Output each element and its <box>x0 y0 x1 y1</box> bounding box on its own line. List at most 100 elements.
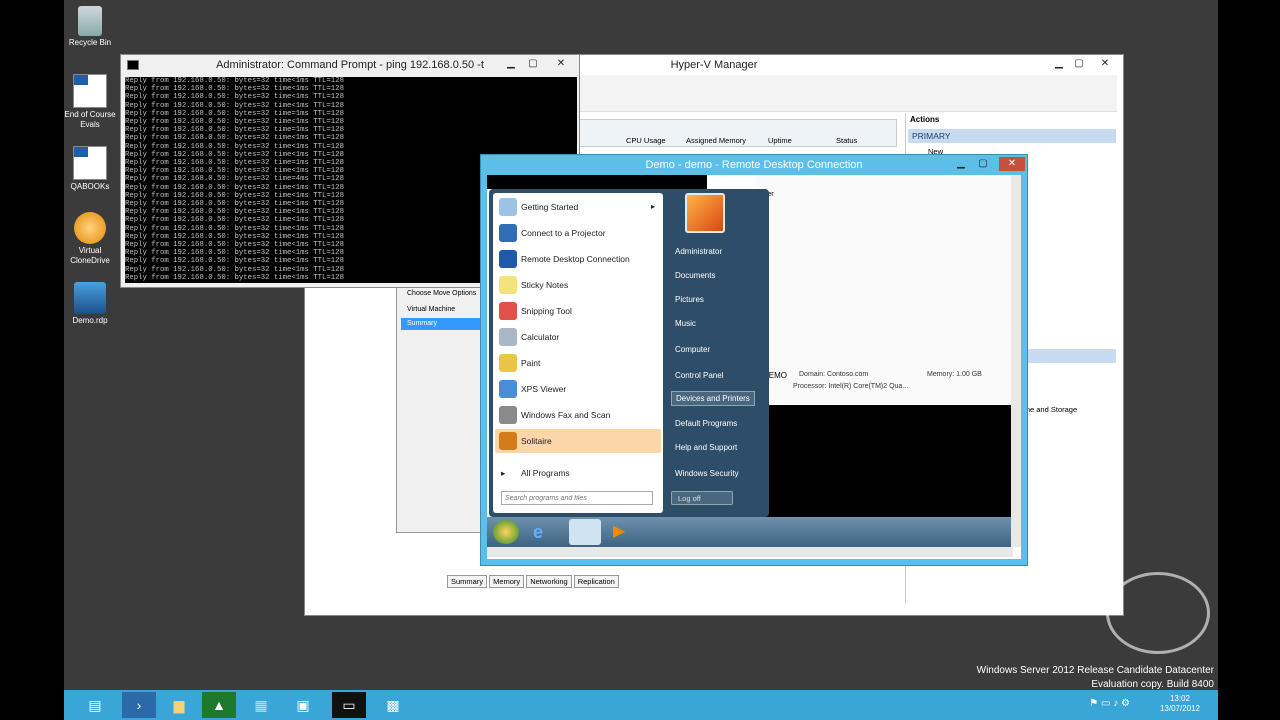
column-uptime[interactable]: Uptime <box>768 136 792 145</box>
start-link-help-support[interactable]: Help and Support <box>675 443 737 452</box>
item-label: Solitaire <box>521 436 552 446</box>
close-button[interactable]: ✕ <box>551 57 571 71</box>
column-status[interactable]: Status <box>836 136 857 145</box>
watermark-edition: Windows Server 2012 Release Candidate Da… <box>976 665 1214 676</box>
start-item-getting-started[interactable]: Getting Started ▸ <box>495 195 661 219</box>
start-link-pictures[interactable]: Pictures <box>675 295 704 304</box>
minimize-button[interactable]: ▁ <box>1049 57 1069 71</box>
tray-icons[interactable]: ⚑ ▭ ♪ ⚙ <box>1089 698 1130 709</box>
item-label: Connect to a Projector <box>521 228 606 238</box>
remote-desktop-icon <box>499 250 517 268</box>
file-explorer-icon[interactable]: ▆ <box>162 692 196 718</box>
remote-desktop-area[interactable]: ter rk DEMO Domain: Contoso.com Processo… <box>487 175 1021 559</box>
close-button[interactable]: ✕ <box>999 157 1025 171</box>
start-link-computer[interactable]: Computer <box>675 345 710 354</box>
column-assigned-memory[interactable]: Assigned Memory <box>686 136 746 145</box>
media-player-icon[interactable]: ▶ <box>613 521 635 543</box>
internet-explorer-icon[interactable]: e <box>533 521 555 543</box>
vm-processor: Processor: Intel(R) Core(TM)2 Qua... <box>793 383 909 390</box>
start-item-paint[interactable]: Paint <box>495 351 661 375</box>
network-icon[interactable]: ▣ <box>286 692 320 718</box>
sticky-notes-icon <box>499 276 517 294</box>
start-item-fax-scan[interactable]: Windows Fax and Scan <box>495 403 661 427</box>
start-item-remote-desktop[interactable]: Remote Desktop Connection <box>495 247 661 271</box>
wizard-step-summary[interactable]: Summary <box>401 318 487 330</box>
rdp-window: Demo - demo - Remote Desktop Connection … <box>480 154 1028 566</box>
powershell-icon[interactable]: › <box>122 692 156 718</box>
start-item-calculator[interactable]: Calculator <box>495 325 661 349</box>
column-cpu-usage[interactable]: CPU Usage <box>626 136 666 145</box>
maximize-button[interactable]: ▢ <box>523 57 543 71</box>
start-link-music[interactable]: Music <box>675 319 696 328</box>
start-all-programs[interactable]: ▸ All Programs <box>495 461 661 485</box>
close-button[interactable]: ✕ <box>1095 57 1115 71</box>
course-evals-shortcut[interactable]: End of Course Evals <box>64 74 120 130</box>
maximize-button[interactable]: ▢ <box>1069 57 1089 71</box>
tab-replication[interactable]: Replication <box>573 575 619 588</box>
start-link-control-panel[interactable]: Control Panel <box>675 371 723 380</box>
app-icon-green[interactable]: ▲ <box>202 692 236 718</box>
item-label: Snipping Tool <box>521 306 572 316</box>
actions-header: Actions <box>910 115 940 124</box>
minimize-button[interactable]: ▁ <box>501 57 521 71</box>
rdp-taskbar-icon[interactable]: ▩ <box>376 692 410 718</box>
start-item-snipping-tool[interactable]: Snipping Tool <box>495 299 661 323</box>
vm-thumbnail <box>755 405 1011 523</box>
item-label: Sticky Notes <box>521 280 569 290</box>
start-item-projector[interactable]: Connect to a Projector <box>495 221 661 245</box>
arrow-right-icon: ▸ <box>501 468 506 478</box>
hyperv-icon[interactable]: ▦ <box>244 692 278 718</box>
item-label: XPS Viewer <box>521 384 567 394</box>
start-link-administrator[interactable]: Administrator <box>675 247 722 256</box>
tab-networking[interactable]: Networking <box>526 575 572 588</box>
explorer-icon[interactable] <box>569 519 601 545</box>
window-title: Administrator: Command Prompt - ping 192… <box>216 59 484 71</box>
icon-label: Virtual CloneDrive <box>70 246 110 265</box>
horizontal-scrollbar[interactable] <box>487 547 1013 557</box>
windows-watermark: Windows Server 2012 Release Candidate Da… <box>977 664 1214 692</box>
snipping-tool-icon <box>499 302 517 320</box>
icon-label: End of Course Evals <box>64 110 116 129</box>
start-orb-icon[interactable] <box>493 520 519 544</box>
logoff-button[interactable]: Log off <box>671 491 733 505</box>
qabooks-shortcut[interactable]: QABOOKs <box>64 146 120 192</box>
clock-date: 13/07/2012 <box>1159 704 1200 713</box>
clock[interactable]: 13:02 13/07/2012 <box>1160 694 1200 714</box>
wizard-step-options[interactable]: Choose Move Options <box>407 290 476 297</box>
move-wizard-dialog: Choose Move Options Virtual Machine Summ… <box>396 285 488 533</box>
recycle-bin-shortcut[interactable]: Recycle Bin <box>64 6 120 48</box>
item-label: Remote Desktop Connection <box>521 254 630 264</box>
start-search-input[interactable] <box>501 491 653 505</box>
icon-label: QABOOKs <box>70 182 110 191</box>
item-label: Getting Started <box>521 202 579 212</box>
qa-evals-icon <box>73 74 107 108</box>
item-label: Calculator <box>521 332 560 342</box>
start-link-documents[interactable]: Documents <box>675 271 715 280</box>
maximize-button[interactable]: ▢ <box>973 157 993 171</box>
vertical-scrollbar[interactable] <box>1011 175 1021 547</box>
item-label: Windows Fax and Scan <box>521 410 611 420</box>
command-prompt-icon[interactable]: ▭ <box>332 692 366 718</box>
start-link-windows-security[interactable]: Windows Security <box>675 469 739 478</box>
action-move[interactable]: hine and Storage <box>1020 405 1077 414</box>
clonedrive-shortcut[interactable]: Virtual CloneDrive <box>64 212 120 266</box>
paint-icon <box>499 354 517 372</box>
remote-taskbar: e ▶ <box>487 517 1021 547</box>
start-link-devices-printers[interactable]: Devices and Printers <box>671 391 755 406</box>
taskbar: ▤ › ▆ ▲ ▦ ▣ ▭ ▩ ⚑ ▭ ♪ ⚙ 13:02 13/07/2012 <box>64 690 1218 720</box>
user-picture[interactable] <box>685 193 725 233</box>
start-item-sticky-notes[interactable]: Sticky Notes <box>495 273 661 297</box>
tab-memory[interactable]: Memory <box>489 575 525 588</box>
start-item-xps-viewer[interactable]: XPS Viewer <box>495 377 661 401</box>
start-link-default-programs[interactable]: Default Programs <box>675 419 737 428</box>
clock-time: 13:02 <box>1169 694 1190 703</box>
wizard-step-vm[interactable]: Virtual Machine <box>407 306 455 313</box>
start-item-solitaire[interactable]: Solitaire <box>495 429 661 453</box>
demo-rdp-shortcut[interactable]: Demo.rdp <box>64 282 120 326</box>
actions-section-primary[interactable]: PRIMARY <box>908 129 1116 143</box>
tab-summary[interactable]: Summary <box>447 575 488 588</box>
server-manager-icon[interactable]: ▤ <box>78 692 112 718</box>
minimize-button[interactable]: ▁ <box>951 157 971 171</box>
vm-list-header: CPU Usage Assigned Memory Uptime Status <box>575 119 897 147</box>
start-menu-programs: Getting Started ▸ Connect to a Projector … <box>493 193 663 513</box>
